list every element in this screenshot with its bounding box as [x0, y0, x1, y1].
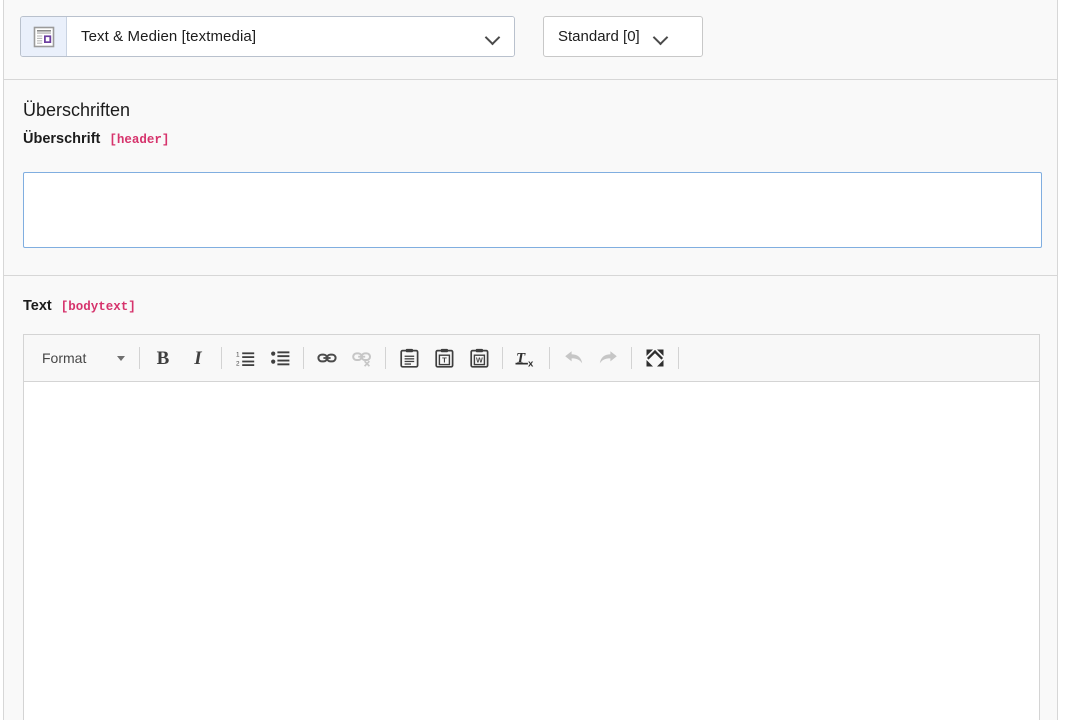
paste-text-icon: T [434, 348, 453, 368]
undo-button[interactable] [557, 342, 589, 374]
numbered-list-icon: 1 2 [236, 351, 254, 367]
italic-icon: I [194, 347, 202, 369]
layout-label: Standard [0] [558, 28, 640, 45]
svg-text:W: W [476, 356, 483, 365]
header-field-label: Überschrift [header] [4, 122, 1057, 147]
header-input[interactable] [23, 172, 1042, 248]
chevron-down-icon [654, 32, 669, 41]
bodytext-field-key: [bodytext] [60, 300, 136, 314]
editor-panel: Text & Medien [textmedia] Standard [0] Ü… [3, 0, 1058, 720]
bold-button[interactable]: B [147, 342, 179, 374]
toolbar-separator [549, 347, 550, 369]
toolbar-separator [139, 347, 140, 369]
format-dropdown[interactable]: Format [32, 343, 132, 373]
undo-icon [564, 351, 582, 364]
paste-as-plain-text-button[interactable]: T [428, 342, 460, 374]
redo-icon [599, 351, 617, 364]
numbered-list-button[interactable]: 1 2 [229, 342, 261, 374]
layout-select[interactable]: Standard [0] [543, 16, 703, 57]
rich-text-editor: Format B I 1 2 T W T x [23, 334, 1040, 720]
svg-text:1: 1 [236, 351, 240, 358]
content-type-label: Text & Medien [textmedia] [81, 28, 257, 45]
rte-toolbar: Format B I 1 2 T W T x [24, 335, 1039, 382]
content-type-select[interactable]: Text & Medien [textmedia] [67, 17, 514, 56]
remove-format-icon: T x [515, 351, 534, 368]
headlines-section: Überschriften Überschrift [header] [4, 80, 1057, 276]
bulleted-list-icon [270, 350, 289, 365]
header-field-name: Überschrift [23, 130, 101, 147]
chevron-down-icon [486, 32, 501, 41]
paste-icon [399, 348, 418, 368]
maximize-button[interactable] [639, 342, 671, 374]
content-element-editor: Text & Medien [textmedia] Standard [0] Ü… [0, 0, 1080, 720]
rte-content-area[interactable] [24, 383, 1039, 720]
content-type-select-group[interactable]: Text & Medien [textmedia] [20, 16, 515, 57]
format-dropdown-label: Format [42, 350, 87, 366]
toolbar-separator [631, 347, 632, 369]
link-icon [317, 353, 337, 363]
toolbar-separator [221, 347, 222, 369]
bodytext-section: Text [bodytext] Format B I 1 2 T W T x [4, 276, 1057, 720]
redo-button[interactable] [592, 342, 624, 374]
bulleted-list-button[interactable] [264, 342, 296, 374]
headlines-section-title: Überschriften [23, 100, 131, 120]
toolbar-separator [502, 347, 503, 369]
unlink-icon [352, 352, 371, 367]
caret-down-icon [117, 355, 125, 361]
content-textmedia-icon-svg [33, 26, 54, 47]
remove-format-button[interactable]: T x [510, 342, 542, 374]
toolbar-separator [678, 347, 679, 369]
paste-word-icon: W [469, 348, 488, 368]
bold-icon: B [156, 347, 170, 369]
maximize-icon [646, 349, 664, 367]
bodytext-field-label: Text [bodytext] [4, 276, 1057, 314]
content-textmedia-icon [21, 17, 67, 56]
paste-from-word-button[interactable]: W [463, 342, 495, 374]
content-type-bar: Text & Medien [textmedia] Standard [0] [4, 0, 1057, 80]
paste-button[interactable] [393, 342, 425, 374]
svg-text:2: 2 [236, 360, 240, 367]
link-button[interactable] [311, 342, 343, 374]
svg-text:T: T [442, 356, 447, 365]
header-field-key: [header] [109, 132, 170, 147]
content-type-row: Text & Medien [textmedia] Standard [0] [4, 0, 1057, 57]
italic-button[interactable]: I [182, 342, 214, 374]
svg-text:x: x [528, 358, 534, 368]
toolbar-separator [303, 347, 304, 369]
bodytext-field-name: Text [23, 298, 52, 314]
toolbar-separator [385, 347, 386, 369]
unlink-button[interactable] [346, 342, 378, 374]
